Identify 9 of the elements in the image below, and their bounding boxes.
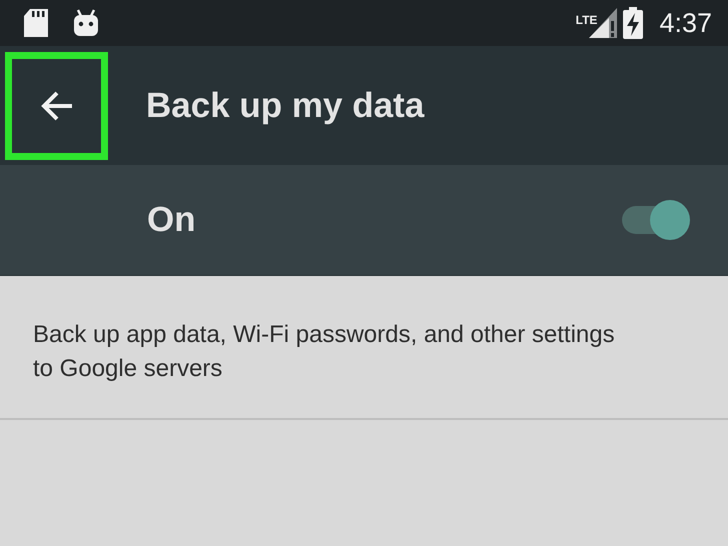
clock-time: 4:37 [659,8,712,38]
sd-card-icon [24,9,48,37]
switch-label: On [147,200,196,240]
robot-icon [72,9,100,37]
back-arrow-icon [40,90,74,120]
battery-charging-icon [623,7,644,39]
screen-title: Back up my data [146,86,424,126]
network-label: LTE [576,13,598,27]
description-text: Back up app data, Wi-Fi passwords, and other settings to Google servers [32,320,616,384]
